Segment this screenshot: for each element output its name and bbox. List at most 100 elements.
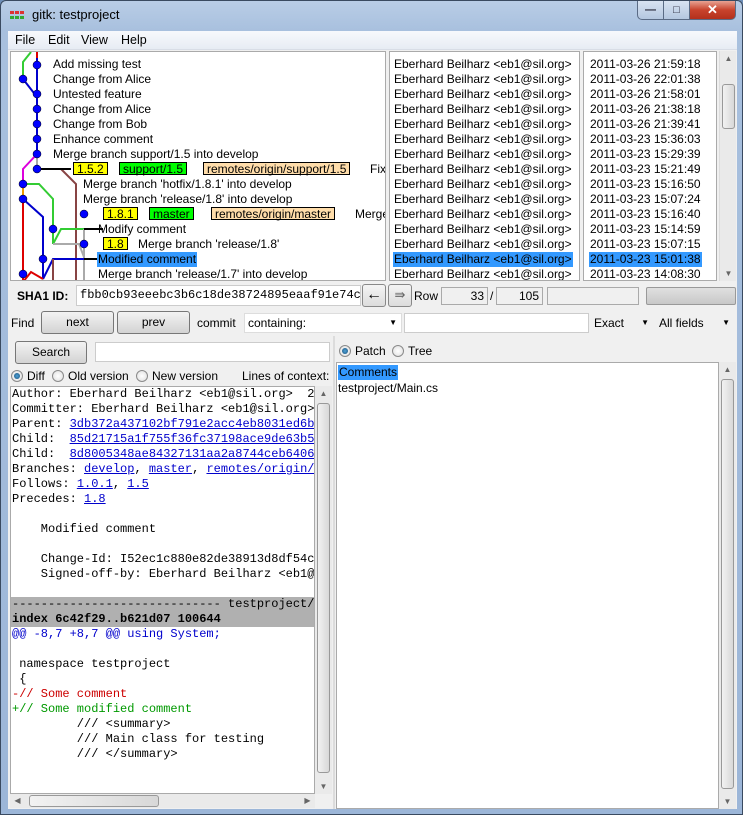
- commit-message[interactable]: Enhance comment: [53, 132, 153, 147]
- commit-graph-pane[interactable]: Add missing test Change from Alice Untes…: [10, 51, 386, 281]
- menu-help[interactable]: Help: [121, 33, 147, 47]
- commit-author[interactable]: Eberhard Beilharz <eb1@sil.org>: [394, 147, 572, 162]
- author-pane[interactable]: Eberhard Beilharz <eb1@sil.org> Eberhard…: [389, 51, 580, 281]
- scroll-down-icon[interactable]: ▼: [721, 266, 736, 281]
- commit-date[interactable]: 2011-03-23 15:29:39: [590, 147, 701, 162]
- patch-radio[interactable]: [339, 345, 351, 357]
- commit-message[interactable]: Merge branch 'release/1.8': [138, 237, 279, 252]
- branch-link[interactable]: develop: [84, 462, 134, 476]
- patch-radio-label[interactable]: Patch: [355, 344, 386, 358]
- commit-author-selected[interactable]: Eberhard Beilharz <eb1@sil.org>: [393, 252, 573, 267]
- tree-radio[interactable]: [392, 345, 404, 357]
- commit-author[interactable]: Eberhard Beilharz <eb1@sil.org>: [394, 177, 572, 192]
- scroll-up-icon[interactable]: ▲: [720, 362, 735, 377]
- tree-radio-label[interactable]: Tree: [408, 344, 432, 358]
- branch-label[interactable]: support/1.5: [119, 162, 188, 175]
- scroll-thumb[interactable]: [29, 795, 159, 807]
- menu-edit[interactable]: Edit: [48, 33, 70, 47]
- branch-link[interactable]: master: [149, 462, 192, 476]
- commit-date[interactable]: 2011-03-23 14:08:30: [590, 267, 701, 280]
- commit-author[interactable]: Eberhard Beilharz <eb1@sil.org>: [394, 237, 572, 252]
- commit-author[interactable]: Eberhard Beilharz <eb1@sil.org>: [394, 267, 572, 280]
- commit-message[interactable]: Change from Alice: [53, 72, 151, 87]
- maximize-button[interactable]: □: [664, 1, 690, 20]
- commit-message[interactable]: Merge branch 'release/1.8' into develop: [83, 192, 292, 207]
- commit-date[interactable]: 2011-03-23 15:36:03: [590, 132, 701, 147]
- commit-date[interactable]: 2011-03-26 21:38:18: [590, 102, 701, 117]
- branch-label[interactable]: master: [149, 207, 194, 220]
- find-next-button[interactable]: next: [41, 311, 114, 334]
- find-mode-select[interactable]: containing: ▼: [244, 313, 402, 333]
- scroll-thumb[interactable]: [721, 379, 734, 789]
- commit-date[interactable]: 2011-03-23 15:07:24: [590, 192, 701, 207]
- scroll-down-icon[interactable]: ▼: [720, 794, 735, 809]
- menu-file[interactable]: File: [15, 33, 35, 47]
- tag-link[interactable]: 1.8: [84, 492, 106, 506]
- file-list-item[interactable]: testproject/Main.cs: [338, 381, 438, 396]
- commit-author[interactable]: Eberhard Beilharz <eb1@sil.org>: [394, 222, 572, 237]
- sha1-field[interactable]: fbb0cb93eeebc3b6c18de38724895eaaf91e74c6: [76, 285, 361, 306]
- commit-author[interactable]: Eberhard Beilharz <eb1@sil.org>: [394, 117, 572, 132]
- commit-date-selected[interactable]: 2011-03-23 15:01:38: [589, 252, 702, 267]
- search-input[interactable]: [95, 342, 330, 362]
- commit-author[interactable]: Eberhard Beilharz <eb1@sil.org>: [394, 192, 572, 207]
- commit-date[interactable]: 2011-03-26 22:01:38: [590, 72, 701, 87]
- diff-pane[interactable]: Author: Eberhard Beilharz <eb1@sil.org> …: [10, 386, 315, 794]
- commit-message[interactable]: Modify comment: [98, 222, 186, 237]
- find-input[interactable]: [404, 313, 589, 333]
- commit-author[interactable]: Eberhard Beilharz <eb1@sil.org>: [394, 162, 572, 177]
- commit-message[interactable]: Merge branch 'release/1.7' into develop: [98, 267, 307, 280]
- commit-date[interactable]: 2011-03-23 15:21:49: [590, 162, 701, 177]
- child-link[interactable]: 8d8005348ae84327131aa2a8744ceb64061: [70, 447, 314, 461]
- close-button[interactable]: ✕: [690, 1, 736, 20]
- old-version-radio[interactable]: [52, 370, 64, 382]
- commit-message[interactable]: Merge: [355, 207, 385, 222]
- commit-date[interactable]: 2011-03-26 21:59:18: [590, 57, 701, 72]
- commit-date[interactable]: 2011-03-23 15:16:50: [590, 177, 701, 192]
- history-scrollbar[interactable]: ▲ ▼: [719, 51, 736, 281]
- file-list-pane[interactable]: Comments testproject/Main.cs: [336, 362, 719, 809]
- back-button[interactable]: ←: [362, 284, 386, 307]
- date-pane[interactable]: 2011-03-26 21:59:18 2011-03-26 22:01:38 …: [583, 51, 717, 281]
- tag-label[interactable]: 1.8: [103, 237, 128, 250]
- commit-date[interactable]: 2011-03-26 21:58:01: [590, 87, 701, 102]
- tag-link[interactable]: 1.0.1: [77, 477, 113, 491]
- commit-message[interactable]: Untested feature: [53, 87, 142, 102]
- find-prev-button[interactable]: prev: [117, 311, 190, 334]
- commit-message[interactable]: Merge branch support/1.5 into develop: [53, 147, 258, 162]
- parent-link[interactable]: 3db372a437102bf791e2acc4eb8031ed6b2: [70, 417, 314, 431]
- commit-date[interactable]: 2011-03-26 21:39:41: [590, 117, 701, 132]
- commit-message[interactable]: Fix: [370, 162, 385, 177]
- new-version-label[interactable]: New version: [152, 369, 218, 383]
- files-scrollbar[interactable]: ▲ ▼: [719, 362, 736, 809]
- remote-branch-label[interactable]: remotes/origin/master: [211, 207, 336, 220]
- scroll-left-icon[interactable]: ◀: [10, 793, 25, 808]
- scroll-thumb[interactable]: [317, 403, 330, 773]
- diff-vertical-scrollbar[interactable]: ▲ ▼: [315, 386, 332, 794]
- new-version-radio[interactable]: [136, 370, 148, 382]
- commit-author[interactable]: Eberhard Beilharz <eb1@sil.org>: [394, 102, 572, 117]
- commit-author[interactable]: Eberhard Beilharz <eb1@sil.org>: [394, 57, 572, 72]
- forward-button[interactable]: ⇛: [388, 284, 412, 307]
- commit-message[interactable]: Merge branch 'hotfix/1.8.1' into develop: [83, 177, 292, 192]
- commit-message-selected[interactable]: Modified comment: [97, 252, 198, 267]
- scroll-thumb[interactable]: [722, 84, 735, 129]
- minimize-button[interactable]: —: [637, 1, 664, 20]
- remote-branch-label[interactable]: remotes/origin/support/1.5: [203, 162, 351, 175]
- title-bar[interactable]: gitk: testproject — □ ✕: [1, 1, 742, 31]
- commit-author[interactable]: Eberhard Beilharz <eb1@sil.org>: [394, 72, 572, 87]
- diff-radio-label[interactable]: Diff: [27, 369, 45, 383]
- branch-link[interactable]: remotes/origin/d: [206, 462, 314, 476]
- scroll-up-icon[interactable]: ▲: [721, 51, 736, 66]
- scroll-up-icon[interactable]: ▲: [316, 386, 331, 401]
- tag-link[interactable]: 1.5: [127, 477, 149, 491]
- commit-date[interactable]: 2011-03-23 15:07:15: [590, 237, 701, 252]
- file-list-item-selected[interactable]: Comments: [338, 365, 399, 380]
- menu-view[interactable]: View: [81, 33, 108, 47]
- commit-date[interactable]: 2011-03-23 15:16:40: [590, 207, 701, 222]
- search-button[interactable]: Search: [15, 341, 87, 364]
- tag-label[interactable]: 1.8.1: [103, 207, 138, 220]
- diff-radio[interactable]: [11, 370, 23, 382]
- old-version-label[interactable]: Old version: [68, 369, 129, 383]
- commit-author[interactable]: Eberhard Beilharz <eb1@sil.org>: [394, 132, 572, 147]
